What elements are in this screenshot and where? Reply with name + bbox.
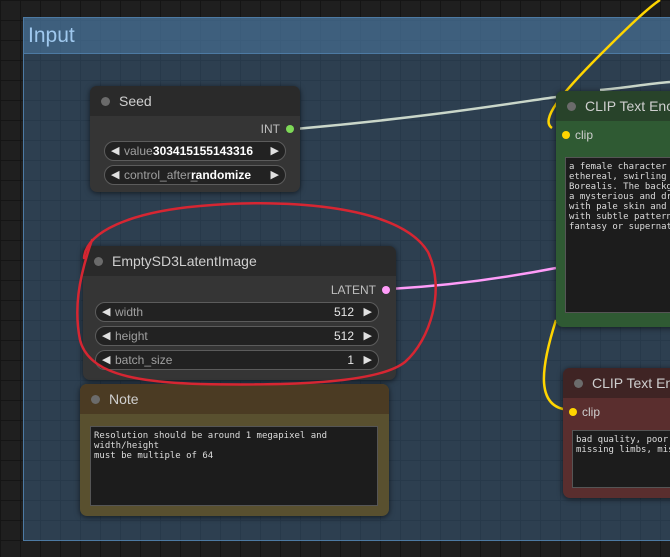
control-after-label: control_after_: [124, 168, 198, 182]
height-widget[interactable]: ◀ height 512 ▶: [95, 326, 379, 346]
clip-negative-title: CLIP Text En: [592, 375, 670, 391]
clip-input-slot[interactable]: [562, 131, 570, 139]
clip-negative-header[interactable]: CLIP Text En: [563, 368, 670, 398]
clip-positive-header[interactable]: CLIP Text Enc: [556, 91, 670, 121]
input-group-header[interactable]: [24, 18, 670, 54]
increment-arrow-icon[interactable]: ▶: [271, 168, 279, 181]
width-widget[interactable]: ◀ width 512 ▶: [95, 302, 379, 322]
control-after-widget[interactable]: ◀ control_after_ randomize ▶: [104, 165, 286, 185]
decrement-arrow-icon[interactable]: ◀: [102, 353, 110, 366]
clip-positive-prompt-textarea[interactable]: a female character w ethereal, swirling …: [565, 157, 670, 313]
group-title: Input: [28, 24, 75, 47]
collapse-dot-icon[interactable]: [94, 257, 103, 266]
batch-size-widget[interactable]: ◀ batch_size 1 ▶: [95, 350, 379, 370]
note-node-title: Note: [109, 391, 139, 407]
latent-node-title: EmptySD3LatentImage: [112, 253, 257, 269]
increment-arrow-icon[interactable]: ▶: [364, 329, 372, 342]
latent-node[interactable]: EmptySD3LatentImage LATENT ◀ width 512 ▶…: [83, 246, 396, 380]
height-value: 512: [333, 329, 354, 343]
clip-text-encode-negative-node[interactable]: CLIP Text En clip bad quality, poor q mi…: [563, 368, 670, 498]
collapse-dot-icon[interactable]: [567, 102, 576, 111]
width-label: width: [115, 305, 144, 319]
decrement-arrow-icon[interactable]: ◀: [102, 329, 110, 342]
batch-size-value: 1: [347, 353, 354, 367]
clip-input-label: clip: [575, 128, 594, 142]
clip-input-slot[interactable]: [569, 408, 577, 416]
int-output-label: INT: [260, 122, 280, 136]
int-output-slot[interactable]: [286, 125, 294, 133]
decrement-arrow-icon[interactable]: ◀: [111, 144, 119, 157]
node-canvas[interactable]: Input Seed INT ◀ value 303415155143316 ▶…: [0, 0, 670, 557]
collapse-dot-icon[interactable]: [91, 395, 100, 404]
collapse-dot-icon[interactable]: [101, 97, 110, 106]
decrement-arrow-icon[interactable]: ◀: [111, 168, 119, 181]
latent-output-label: LATENT: [330, 283, 376, 297]
clip-input-label: clip: [582, 405, 601, 419]
height-label: height: [115, 329, 148, 343]
note-node-header[interactable]: Note: [80, 384, 389, 414]
clip-positive-title: CLIP Text Enc: [585, 98, 670, 114]
seed-value: 303415155143316: [152, 144, 253, 158]
increment-arrow-icon[interactable]: ▶: [364, 305, 372, 318]
seed-value-widget[interactable]: ◀ value 303415155143316 ▶: [104, 141, 286, 161]
control-after-value: randomize: [190, 168, 251, 182]
seed-value-label: value: [124, 144, 153, 158]
width-value: 512: [333, 305, 354, 319]
note-textarea[interactable]: Resolution should be around 1 megapixel …: [90, 426, 378, 506]
increment-arrow-icon[interactable]: ▶: [364, 353, 372, 366]
seed-node[interactable]: Seed INT ◀ value 303415155143316 ▶ ◀ con…: [90, 86, 300, 192]
latent-node-header[interactable]: EmptySD3LatentImage: [83, 246, 396, 276]
decrement-arrow-icon[interactable]: ◀: [102, 305, 110, 318]
increment-arrow-icon[interactable]: ▶: [271, 144, 279, 157]
latent-output-slot[interactable]: [382, 286, 390, 294]
collapse-dot-icon[interactable]: [574, 379, 583, 388]
note-node[interactable]: Note Resolution should be around 1 megap…: [80, 384, 389, 516]
seed-node-header[interactable]: Seed: [90, 86, 300, 116]
clip-text-encode-positive-node[interactable]: CLIP Text Enc clip a female character w …: [556, 91, 670, 327]
seed-node-title: Seed: [119, 93, 152, 109]
clip-negative-prompt-textarea[interactable]: bad quality, poor q missing limbs, miss: [572, 430, 670, 488]
batch-size-label: batch_size: [115, 353, 173, 367]
